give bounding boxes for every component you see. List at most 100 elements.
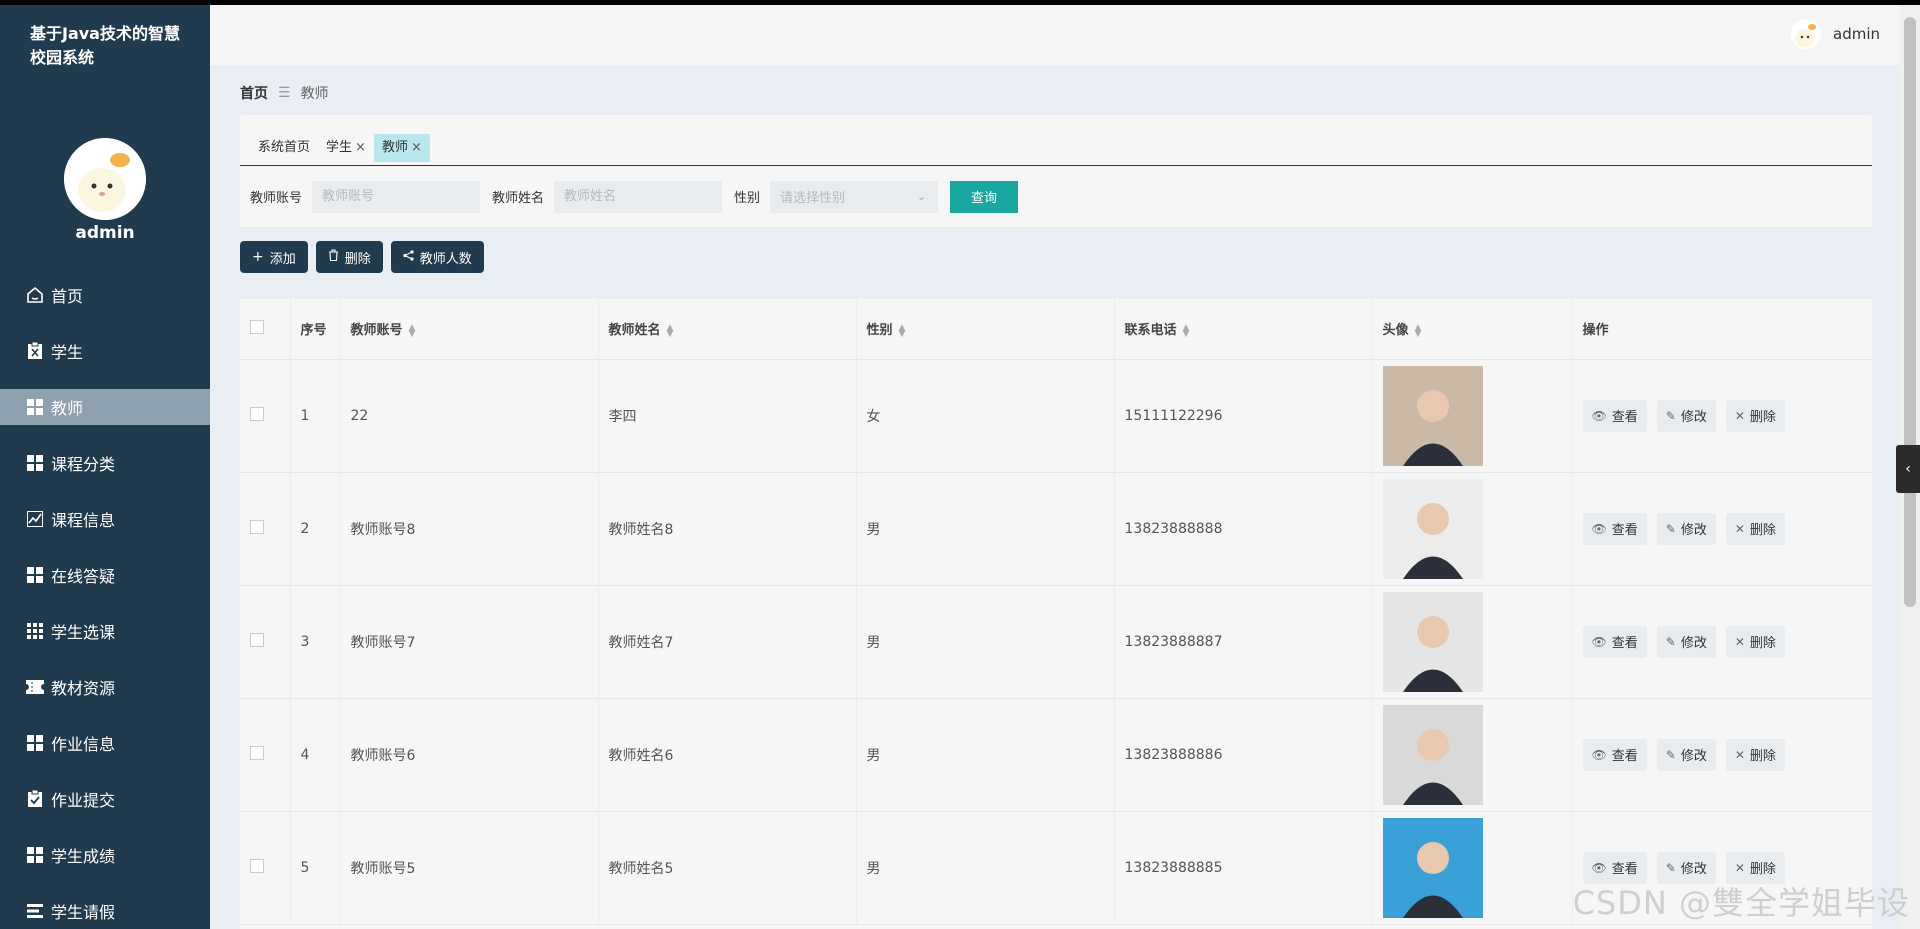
breadcrumb-separator-icon: ☰ [278,85,291,101]
sort-icon[interactable]: ▲ ▼ [1183,323,1190,338]
sidebar-item-homework[interactable]: 作业信息 [0,715,210,771]
close-icon[interactable]: × [411,134,422,162]
col-name[interactable]: 教师姓名 ▲ ▼ [598,299,857,360]
user-menu[interactable]: admin [1791,19,1880,49]
cell-gender: 女 [856,359,1115,473]
col-name-label: 教师姓名 [608,323,661,339]
grid-9-icon [25,621,45,641]
grid-icon [25,397,45,417]
cell-avatar [1372,811,1573,925]
teacher-count-button-label: 教师人数 [419,251,472,267]
cell-name: 教师姓名5 [598,811,857,925]
sidebar-item-course-selection[interactable]: 学生选课 [0,603,210,659]
chart-icon [25,509,45,529]
table-header-row: 序号 教师账号 ▲ ▼ 教师姓名 ▲ ▼ 性别 ▲ ▼ 联系电话 ▲ ▼ 头像 ▲ ▼ 操作 [240,299,1872,360]
teacher-photo [1382,365,1483,466]
eye-icon: 👁 [1591,634,1607,649]
edit-button[interactable]: ✎ 修改 [1656,512,1716,545]
sidebar-item-course-category[interactable]: 课程分类 [0,435,210,491]
view-button[interactable]: 👁 查看 [1582,512,1647,545]
sidebar-item-homework-submit[interactable]: 作业提交 [0,771,210,827]
col-account[interactable]: 教师账号 ▲ ▼ [340,299,599,360]
ticket-icon [25,677,45,697]
col-avatar[interactable]: 头像 ▲ ▼ [1372,299,1573,360]
add-button[interactable]: + 添加 [240,241,308,273]
eye-icon: 👁 [1591,860,1607,875]
sidebar-menu: 首页 学生 教师 课程分类 课程信息 在线答疑 学生选课 教材资源 作业信息 作… [0,267,210,929]
select-all-cell [240,299,291,360]
cell-index: 4 [290,698,341,812]
sort-icon[interactable]: ▲ ▼ [899,323,906,338]
eye-icon: 👁 [1591,747,1607,762]
sidebar-item-teachers[interactable]: 教师 [0,389,210,425]
row-checkbox[interactable] [250,519,264,534]
view-button[interactable]: 👁 查看 [1582,738,1647,771]
cell-ops: 👁 查看 ✎ 修改 ✕ 删除 [1572,359,1872,473]
row-delete-button[interactable]: ✕ 删除 [1725,738,1785,771]
sidebar-item-textbook[interactable]: 教材资源 [0,659,210,715]
table-row: 1 22 李四 女 15111122296 👁 查看 ✎ 修改 ✕ 删除 [240,359,1872,473]
collapse-panel-button[interactable]: ‹ [1896,445,1920,493]
sidebar-item-online-qa[interactable]: 在线答疑 [0,547,210,603]
edit-button[interactable]: ✎ 修改 [1656,625,1716,658]
cell-account: 教师账号8 [340,472,599,586]
breadcrumb-home[interactable]: 首页 [240,83,268,103]
tab-label: 教师 [381,140,408,155]
row-delete-button[interactable]: ✕ 删除 [1725,625,1785,658]
row-checkbox[interactable] [250,858,264,873]
close-icon: ✕ [1734,634,1745,649]
tab-students[interactable]: 学生 × [318,134,374,162]
list-icon [25,901,45,921]
teacher-count-button[interactable]: 教师人数 [390,241,484,273]
table-row: 3 教师账号7 教师姓名7 男 13823888887 👁 查看 ✎ 修改 ✕ 删除 [240,585,1872,699]
delete-button[interactable]: 删除 [315,241,383,273]
sidebar-item-grades[interactable]: 学生成绩 [0,827,210,883]
scrollbar-thumb[interactable] [1904,17,1916,607]
sidebar-item-label: 学生成绩 [51,847,116,866]
sidebar-item-course-info[interactable]: 课程信息 [0,491,210,547]
delete-label: 删除 [1749,636,1776,651]
col-phone-label: 联系电话 [1124,323,1177,339]
view-button[interactable]: 👁 查看 [1582,399,1647,432]
cell-name: 教师姓名8 [598,472,857,586]
name-label: 教师姓名 [492,191,545,206]
col-ops: 操作 [1572,299,1872,360]
eye-icon: 👁 [1591,408,1607,423]
account-input[interactable] [312,180,481,213]
close-icon[interactable]: × [355,134,366,162]
sort-icon[interactable]: ▲ ▼ [667,323,674,338]
edit-button[interactable]: ✎ 修改 [1656,399,1716,432]
sidebar-item-students[interactable]: 学生 [0,323,210,379]
col-gender[interactable]: 性别 ▲ ▼ [856,299,1115,360]
sidebar-item-leave[interactable]: 学生请假 [0,883,210,929]
view-button[interactable]: 👁 查看 [1582,625,1647,658]
col-phone[interactable]: 联系电话 ▲ ▼ [1114,299,1373,360]
tab-home[interactable]: 系统首页 [250,134,318,162]
table-row: 4 教师账号6 教师姓名6 男 13823888886 👁 查看 ✎ 修改 ✕ 删除 [240,698,1872,812]
sort-icon[interactable]: ▲ ▼ [409,323,416,338]
gender-select[interactable]: 请选择性别 ⌄ [770,180,939,213]
cell-name: 教师姓名7 [598,585,857,699]
app-title: 基于Java技术的智慧校园系统 [30,24,180,67]
row-delete-button[interactable]: ✕ 删除 [1725,512,1785,545]
col-account-label: 教师账号 [350,323,403,339]
query-button[interactable]: 查询 [950,180,1019,213]
row-delete-button[interactable]: ✕ 删除 [1725,399,1785,432]
tab-teachers[interactable]: 教师 × [373,134,430,162]
cell-gender: 男 [856,811,1115,925]
sidebar-item-label: 教师 [51,399,84,418]
cell-name: 李四 [598,359,857,473]
sidebar-item-label: 学生 [51,343,84,362]
select-all-checkbox[interactable] [250,319,264,334]
eye-icon: 👁 [1591,521,1607,536]
name-input[interactable] [554,180,723,213]
row-checkbox[interactable] [250,632,264,647]
view-label: 查看 [1611,862,1638,877]
row-checkbox[interactable] [250,745,264,760]
sidebar-item-home[interactable]: 首页 [0,267,210,323]
edit-button[interactable]: ✎ 修改 [1656,738,1716,771]
cell-account: 教师账号6 [340,698,599,812]
delete-button-label: 删除 [344,251,371,267]
sort-icon[interactable]: ▲ ▼ [1415,323,1422,338]
row-checkbox[interactable] [250,406,264,421]
